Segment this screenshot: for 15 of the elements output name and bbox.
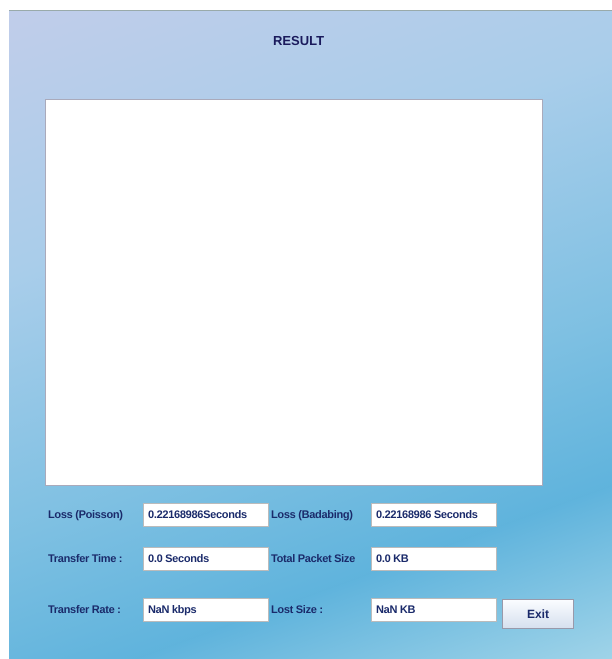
exit-button[interactable]: Exit bbox=[502, 599, 574, 629]
field-label: Transfer Rate : bbox=[48, 604, 122, 616]
field-label: Transfer Time : bbox=[48, 553, 124, 565]
input-field[interactable]: 0.0 Seconds bbox=[143, 547, 269, 571]
input-field[interactable]: NaN KB bbox=[371, 598, 497, 622]
input-field[interactable]: 0.22168986Seconds bbox=[143, 503, 269, 527]
field-label: Lost Size : bbox=[271, 604, 324, 616]
field-label: Total Packet Size bbox=[271, 553, 356, 565]
input-field[interactable]: 0.0 KB bbox=[371, 547, 497, 571]
window-title: RESULT bbox=[273, 33, 326, 49]
field-label: Loss (Badabing) bbox=[271, 509, 354, 521]
input-field[interactable]: 0.22168986 Seconds bbox=[371, 503, 497, 527]
field-label: Loss (Poisson) bbox=[48, 509, 124, 521]
result-text-area[interactable] bbox=[45, 99, 543, 486]
input-field[interactable]: NaN kbps bbox=[143, 598, 269, 622]
